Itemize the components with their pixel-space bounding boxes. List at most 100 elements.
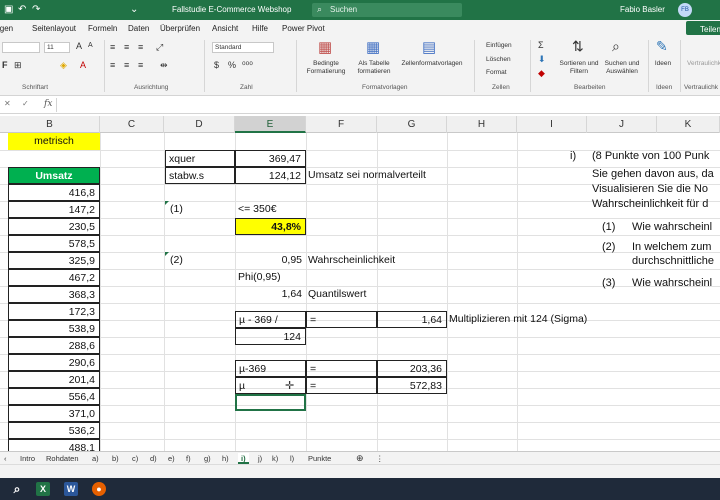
cell-f-wahrscheinlichkeit[interactable]: Wahrscheinlichkeit [308,252,395,269]
sort-filter-icon[interactable]: ⇅ [572,38,584,55]
redo-icon[interactable]: ↷ [32,4,40,15]
cell-e-percent[interactable]: 43,8% [235,218,306,235]
sheet-tab-intro[interactable]: Intro [20,453,35,464]
merge-icon[interactable]: ⇹ [160,60,168,71]
cell-g-20336[interactable]: 203,36 [377,360,447,377]
cell-b-metrisch[interactable]: metrisch [8,133,100,150]
tab-ueberpruefen[interactable]: Überprüfen [160,24,200,33]
sheet-tab-d[interactable]: d) [150,453,157,464]
cell-e-phi[interactable]: Phi(0,95) [238,269,281,286]
align-left-icon[interactable]: ≡ [110,60,115,70]
sheet-tab-e[interactable]: e) [168,453,175,464]
comma-icon[interactable]: ⁰⁰⁰ [242,60,253,71]
align-center-icon[interactable]: ≡ [124,60,129,70]
table-row[interactable]: 488,1 [8,439,100,451]
cell-h-multiplizieren[interactable]: Multiplizieren mit 124 (Sigma) [449,311,587,328]
cell-b-umsatz-header[interactable]: Umsatz [8,167,100,184]
tab-daten[interactable]: Daten [128,24,149,33]
active-cell[interactable] [235,394,306,411]
table-row[interactable]: 368,3 [8,286,100,303]
cell-f-quantilswert[interactable]: Quantilswert [308,286,366,303]
table-row[interactable]: 288,6 [8,337,100,354]
ideas-icon[interactable]: ✎ [656,38,668,55]
fill-icon[interactable]: ⬇ [538,54,546,65]
sheet-tab-l[interactable]: l) [290,453,294,464]
customize-icon[interactable]: ⌄ [130,4,138,15]
cell-g-164[interactable]: 1,64 [377,311,447,328]
tab-seitenlayout[interactable]: Seitenlayout [32,24,76,33]
share-button[interactable]: Teilen [686,21,720,35]
tab-more-icon[interactable]: ⋮ [376,453,384,464]
shrink-font-icon[interactable]: A [88,42,93,49]
cell-e-stabw[interactable]: 124,12 [235,167,306,184]
cell-e-mu369b[interactable]: µ-369 [235,360,306,377]
ideas-button[interactable]: Ideen [650,60,676,68]
col-header-e[interactable]: E [235,116,306,133]
sheet-tab-c[interactable]: c) [132,453,138,464]
orientation-icon[interactable]: ⤢ [156,42,163,53]
cancel-icon[interactable]: ✕ [4,99,11,108]
sheet-tab-f[interactable]: f) [186,453,191,464]
col-header-j[interactable]: J [587,116,657,133]
sheet-tab-h[interactable]: h) [222,453,229,464]
table-row[interactable]: 536,2 [8,422,100,439]
avatar[interactable]: FB [678,3,692,17]
font-name-combo[interactable] [2,42,40,53]
firefox-icon[interactable]: ● [92,482,106,496]
autosum-icon[interactable]: Σ [538,40,544,50]
cell-e-mu-369[interactable]: µ - 369 / [235,311,306,328]
cell-e-xquer[interactable]: 369,47 [235,150,306,167]
cell-e-mu[interactable]: µ [235,377,306,394]
tab-power-pivot[interactable]: Power Pivot [282,24,325,33]
tab-ansicht[interactable]: Ansicht [212,24,238,33]
col-header-g[interactable]: G [377,116,447,133]
table-row[interactable]: 290,6 [8,354,100,371]
cell-e-164[interactable]: 1,64 [235,286,306,303]
align-middle-icon[interactable]: ≡ [124,42,129,52]
table-row[interactable]: 371,0 [8,405,100,422]
col-header-f[interactable]: F [306,116,377,133]
insert-cells-button[interactable]: Einfügen [486,42,512,50]
table-row[interactable]: 201,4 [8,371,100,388]
format-cells-button[interactable]: Format [486,69,507,77]
table-row[interactable]: 578,5 [8,235,100,252]
format-as-table-button[interactable]: Als Tabelle formatieren [348,60,400,76]
sheet-tab-k[interactable]: k) [272,453,278,464]
align-bottom-icon[interactable]: ≡ [138,42,143,52]
table-row[interactable]: 538,9 [8,320,100,337]
font-size-combo[interactable]: 11 [44,42,70,53]
delete-cells-button[interactable]: Löschen [486,56,511,64]
currency-icon[interactable]: $ [214,60,219,70]
percent-icon[interactable]: % [228,60,236,70]
save-icon[interactable]: ▣ [4,4,13,15]
clear-icon[interactable]: ◆ [538,68,545,79]
table-row[interactable]: 467,2 [8,269,100,286]
enter-icon[interactable]: ✓ [22,99,29,108]
col-header-b[interactable]: B [0,116,100,133]
bold-icon[interactable]: F [2,60,8,70]
col-header-d[interactable]: D [164,116,235,133]
sheet-tab-g[interactable]: g) [204,453,211,464]
conditional-format-button[interactable]: Bedingte Formatierung [298,60,354,76]
excel-icon[interactable]: X [36,482,50,496]
cell-styles-icon[interactable]: ▤ [422,38,436,56]
cell-d-stabw[interactable]: stabw.s [165,167,235,184]
find-select-button[interactable]: Suchen und Auswählen [600,60,644,76]
table-row[interactable]: 416,8 [8,184,100,201]
align-right-icon[interactable]: ≡ [138,60,143,70]
table-row[interactable]: 172,3 [8,303,100,320]
grow-font-icon[interactable]: A [76,41,82,51]
cell-g-57283[interactable]: 572,83 [377,377,447,394]
sheet-tab-i[interactable]: i) [238,453,249,464]
cell-grid[interactable]: metrisch Umsatz 416,8 147,2 230,5 578,5 … [0,133,720,451]
cell-f-eq2[interactable]: = [306,360,377,377]
format-table-icon[interactable]: ▦ [366,38,380,56]
table-row[interactable]: 230,5 [8,218,100,235]
cell-d-2[interactable]: (2) [170,252,183,269]
cell-e-124[interactable]: 124 [235,328,306,345]
sheet-tab-a[interactable]: a) [92,453,99,464]
tab-einfuegen[interactable]: igen [0,24,13,33]
cell-styles-button[interactable]: Zellenformatvorlagen [396,60,468,68]
align-top-icon[interactable]: ≡ [110,42,115,52]
search-icon[interactable]: ⌕ [10,482,24,496]
